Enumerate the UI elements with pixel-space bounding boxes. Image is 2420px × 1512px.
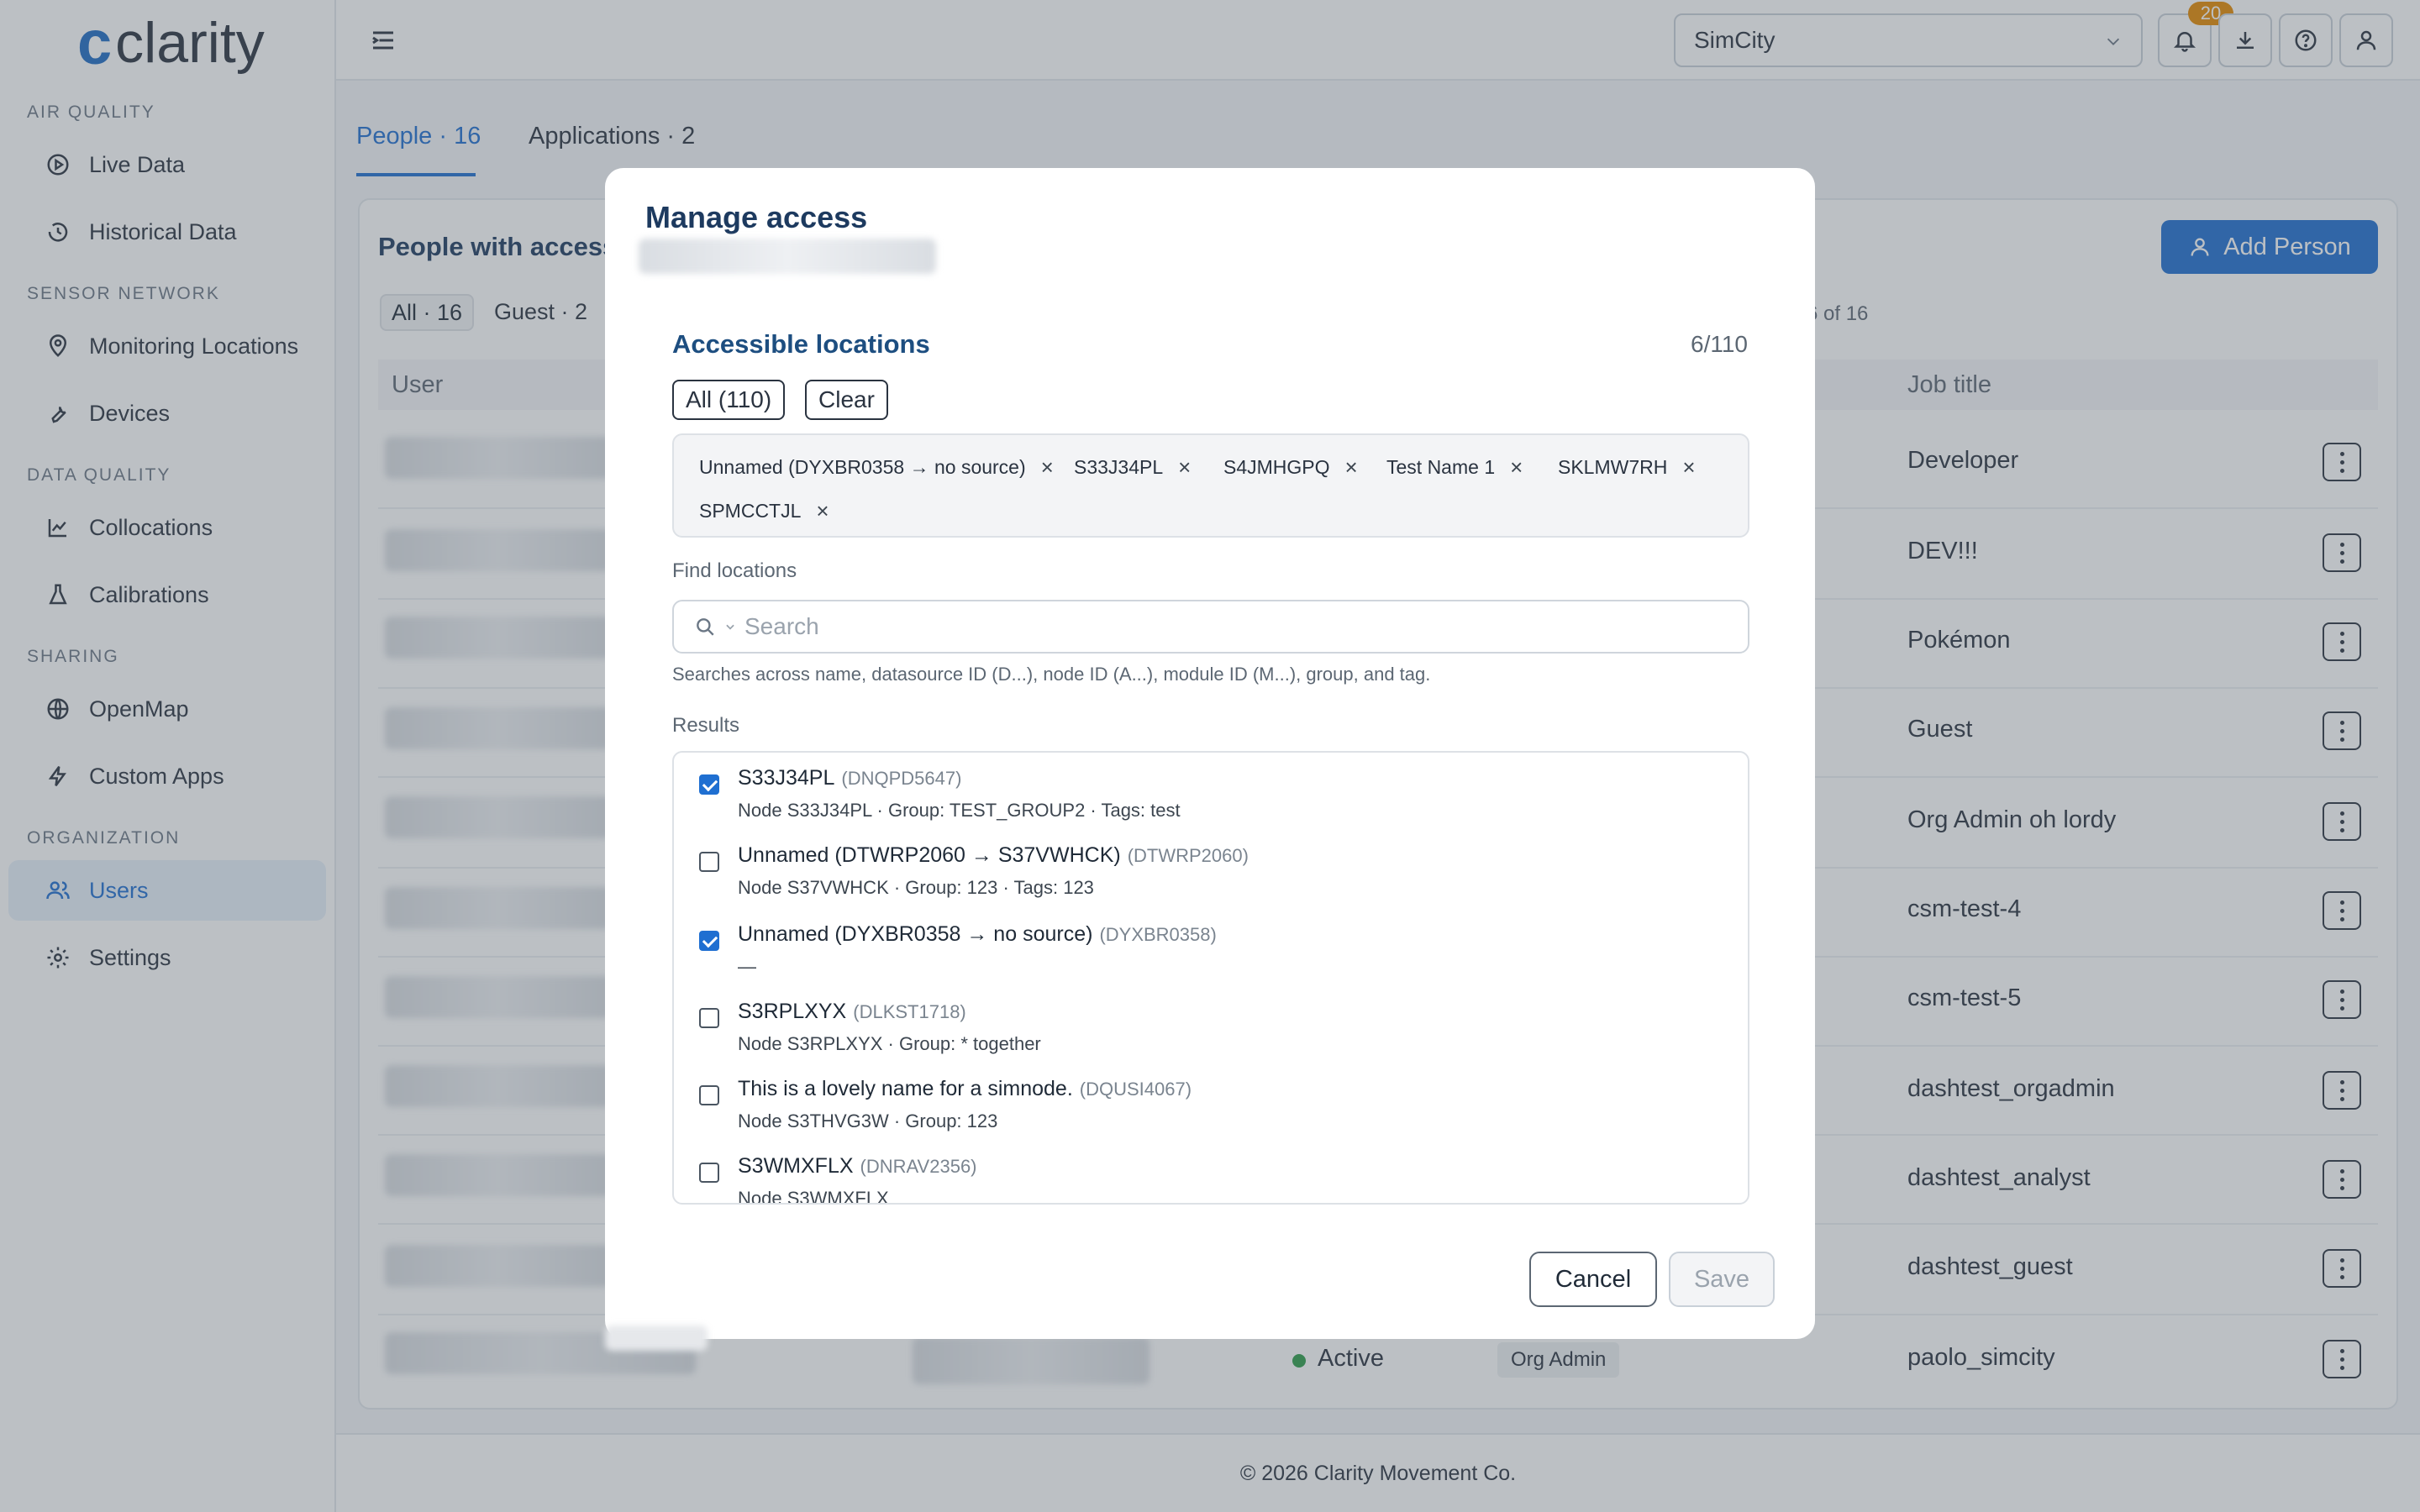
result-name-line: This is a lovely name for a simnode. (DQU… [738,1077,1192,1101]
save-button[interactable]: Save [1669,1252,1775,1307]
chip-label: Test Name 1 [1386,455,1496,478]
result-code: (DNQPD5647) [841,768,962,789]
result-details: Node S37VWHCK · Group: 123 · Tags: 123 [738,877,1094,898]
remove-chip-icon[interactable]: × [1345,454,1358,480]
result-name-line: S3RPLXYX (DLKST1718) [738,1000,966,1024]
selected-count: 6/110 [1691,331,1748,357]
result-checkbox[interactable] [699,931,719,951]
results-list[interactable]: S33J34PL (DNQPD5647) Node S33J34PL · Grou… [672,751,1749,1205]
result-details: Node S3WMXFLX [738,1188,889,1205]
find-locations-label: Find locations [672,559,797,582]
search-icon [697,618,714,636]
list-item[interactable]: S3WMXFLX (DNRAV2356) Node S3WMXFLX [674,1141,1748,1205]
location-chip: Test Name 1 × [1371,449,1523,486]
result-name-line: S3WMXFLX (DNRAV2356) [738,1154,977,1179]
location-chip: SKLMW7RH × [1543,449,1696,486]
result-checkbox[interactable] [699,1008,719,1028]
chip-label: S4JMHGPQ [1223,455,1330,478]
result-name: S3WMXFLX [738,1154,854,1178]
result-name: S3RPLXYX [738,1000,847,1023]
chip-label: Unnamed (DYXBR0358 → no source) [699,455,1026,478]
remove-chip-icon[interactable]: × [1041,454,1054,480]
remove-chip-icon[interactable]: × [1682,454,1695,480]
result-code: (DYXBR0358) [1099,924,1217,945]
search-help-text: Searches across name, datasource ID (D..… [672,664,1431,685]
result-name-line: Unnamed (DYXBR0358 → no source) (DYXBR035… [738,922,1217,947]
search-placeholder: Search [744,613,819,639]
list-item[interactable]: Unnamed (DYXBR0358 → no source) (DYXBR035… [674,909,1748,986]
remove-chip-icon[interactable]: × [1178,454,1191,480]
redacted-subtitle [639,239,936,274]
result-name: This is a lovely name for a simnode. [738,1077,1073,1100]
result-details: Node S33J34PL · Group: TEST_GROUP2 · Tag… [738,800,1181,821]
location-chip: S33J34PL × [1059,449,1191,486]
result-name-line: Unnamed (DTWRP2060 → S37VWHCK) (DTWRP2060… [738,843,1249,868]
list-item[interactable]: This is a lovely name for a simnode. (DQU… [674,1063,1748,1141]
result-code: (DTWRP2060) [1127,845,1249,866]
result-code: (DNRAV2356) [860,1156,977,1177]
remove-chip-icon[interactable]: × [1510,454,1523,480]
result-checkbox[interactable] [699,1163,719,1183]
modal-title: Manage access [645,200,868,234]
result-checkbox[interactable] [699,774,719,795]
result-code: (DQUSI4067) [1079,1079,1192,1100]
list-item[interactable]: S3RPLXYX (DLKST1718) Node S3RPLXYX · Grou… [674,986,1748,1063]
remove-chip-icon[interactable]: × [816,498,829,524]
result-details: — [738,956,756,977]
redacted-artifact [605,1326,708,1351]
manage-access-modal: Manage access Accessible locations 6/110… [605,168,1815,1339]
result-code: (DLKST1718) [853,1001,966,1022]
result-checkbox[interactable] [699,852,719,872]
chip-label: SPMCCTJL [699,499,802,522]
location-chip: SPMCCTJL × [684,492,829,529]
result-name: Unnamed (DYXBR0358 → no source) [738,922,1093,946]
result-details: Node S3RPLXYX · Group: * together [738,1033,1041,1054]
result-name: Unnamed (DTWRP2060 → S37VWHCK) [738,843,1121,867]
result-name-line: S33J34PL (DNQPD5647) [738,766,961,790]
chip-label: S33J34PL [1074,455,1164,478]
result-details: Node S3THVG3W · Group: 123 [738,1110,998,1131]
list-item[interactable]: Unnamed (DTWRP2060 → S37VWHCK) (DTWRP2060… [674,830,1748,907]
cancel-button[interactable]: Cancel [1529,1252,1657,1307]
search-input[interactable]: Search [672,600,1749,654]
result-checkbox[interactable] [699,1085,719,1105]
results-label: Results [672,714,740,737]
location-chip: S4JMHGPQ × [1208,449,1358,486]
select-all-button[interactable]: All (110) [672,380,786,420]
chevron-down-icon [726,624,734,630]
chip-label: SKLMW7RH [1558,455,1668,478]
clear-button[interactable]: Clear [805,380,888,420]
location-chip: Unnamed (DYXBR0358 → no source) × [684,449,1054,486]
accessible-locations-title: Accessible locations [672,329,930,359]
list-item[interactable]: S33J34PL (DNQPD5647) Node S33J34PL · Grou… [674,753,1748,830]
selected-locations: Unnamed (DYXBR0358 → no source) × S33J34… [672,433,1749,538]
result-name: S33J34PL [738,766,835,790]
